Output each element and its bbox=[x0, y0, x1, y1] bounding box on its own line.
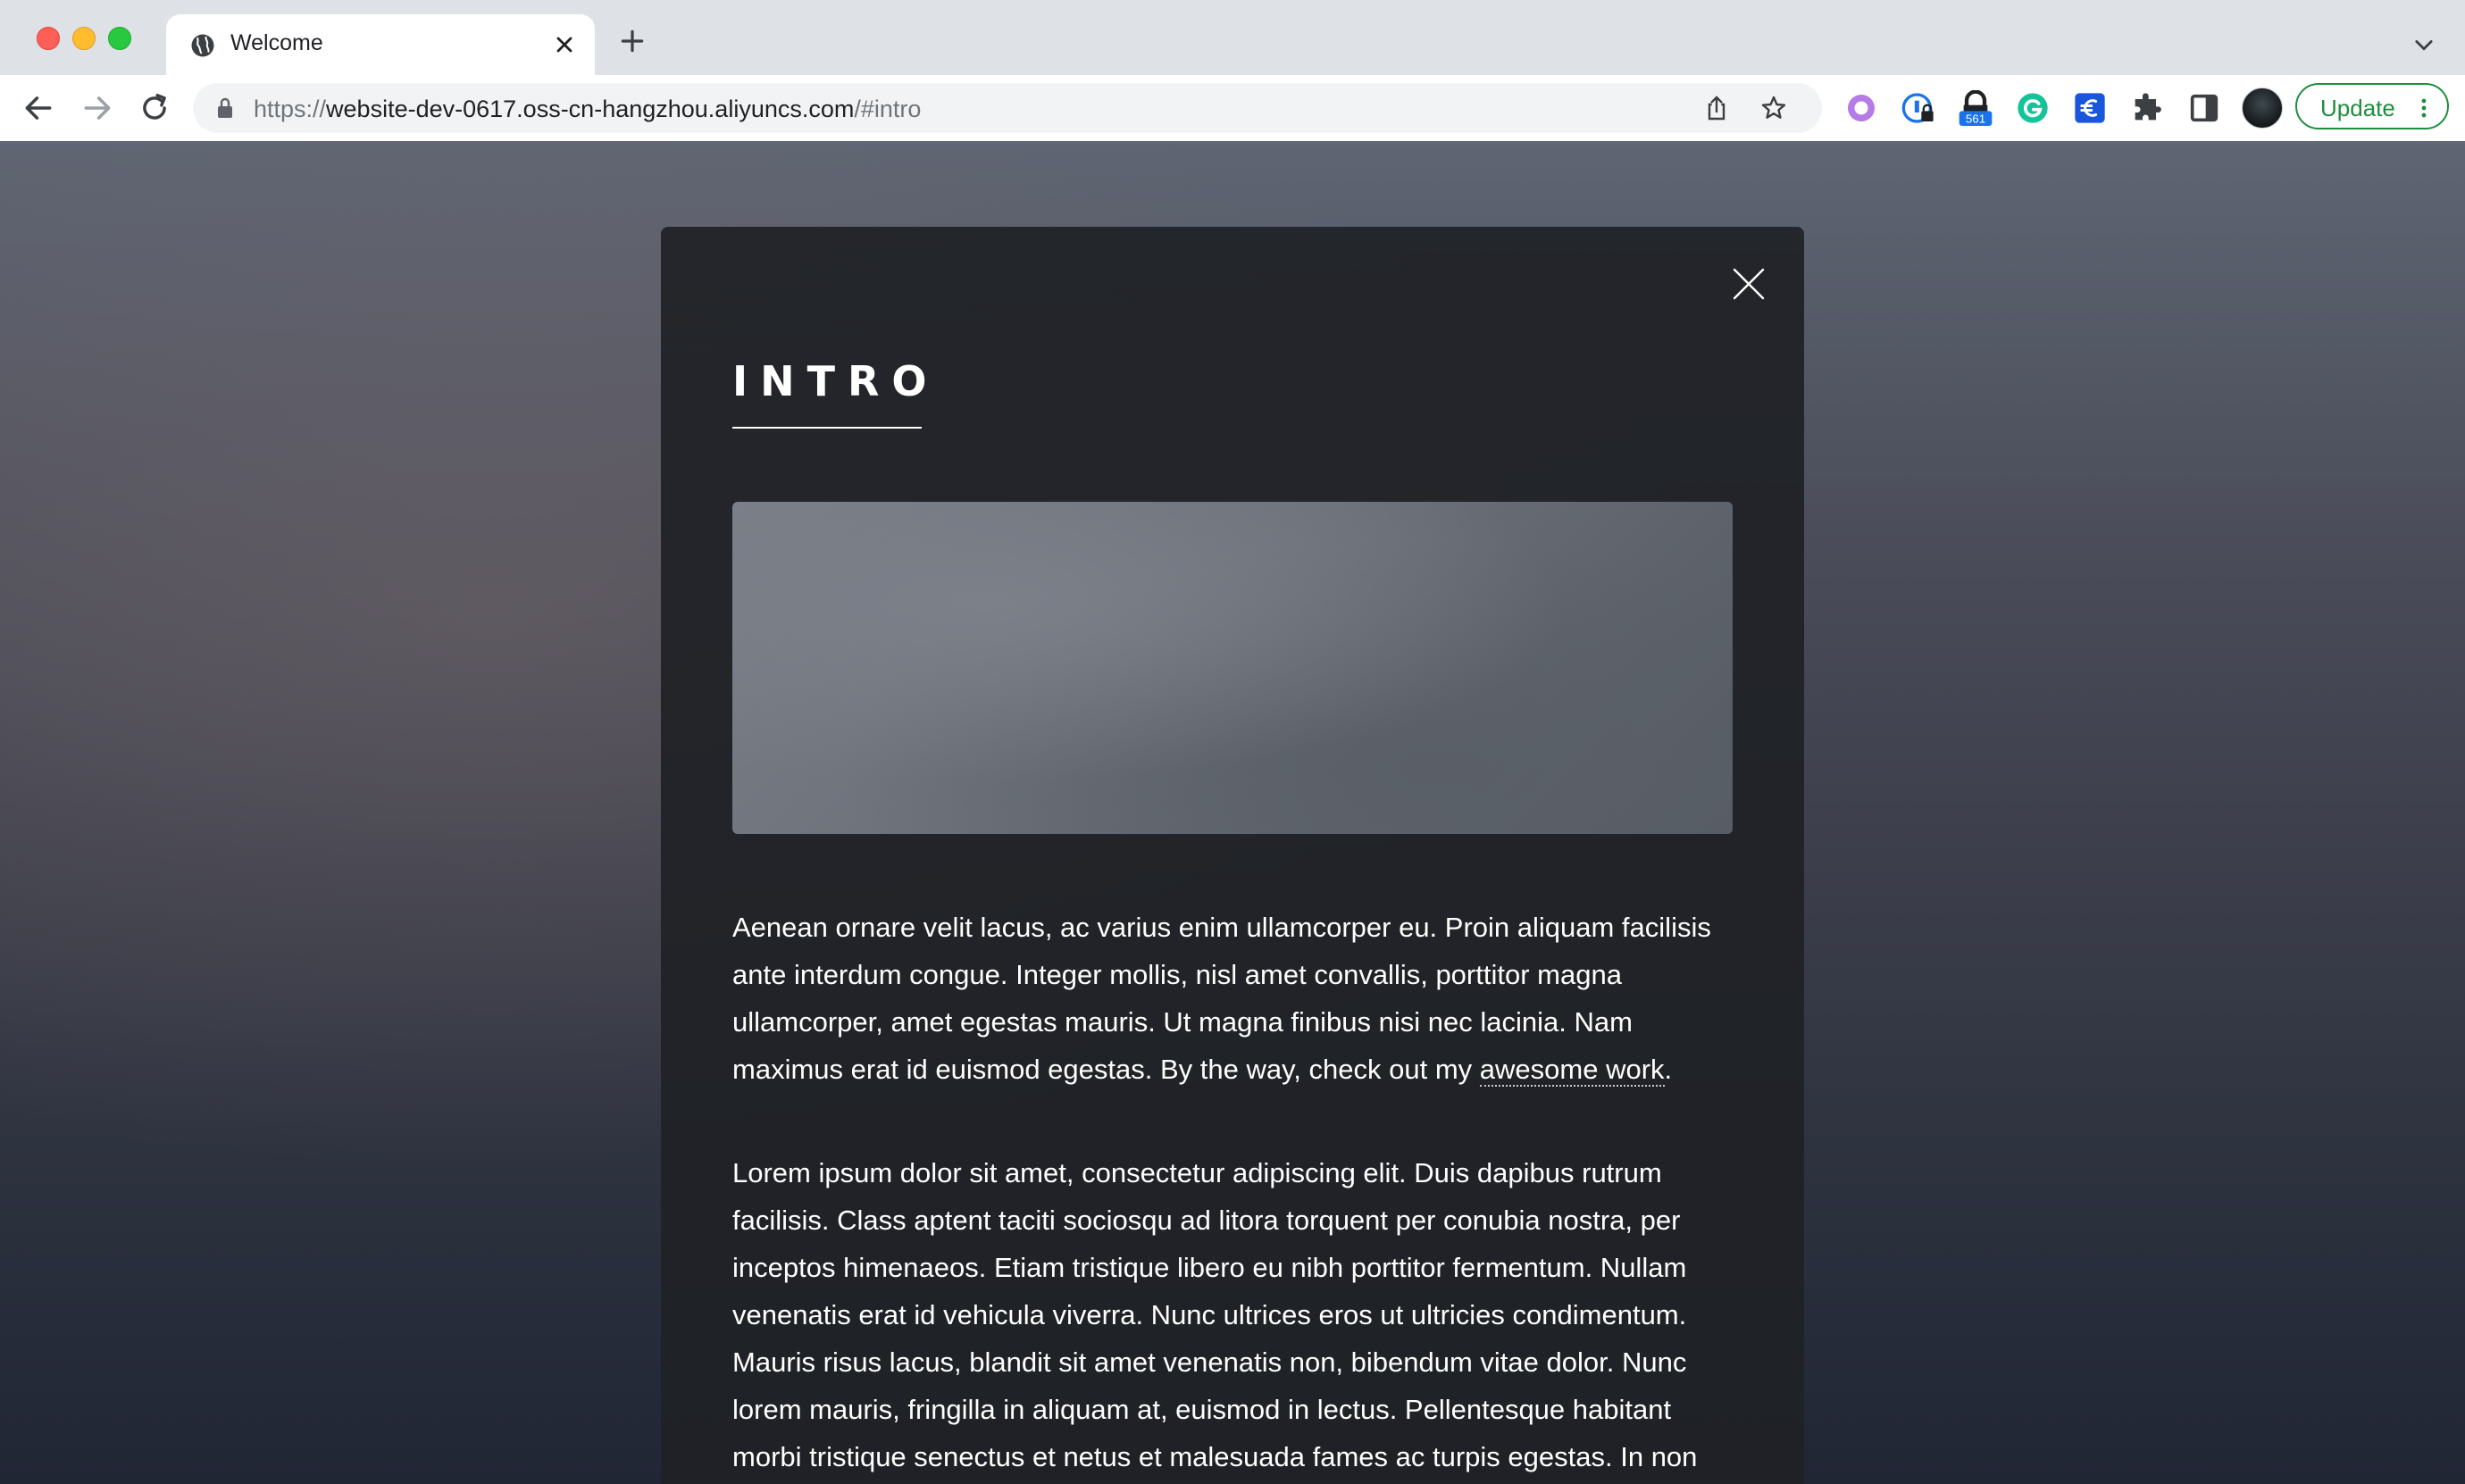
update-button-label: Update bbox=[2320, 95, 2395, 121]
paragraph-text-end: . bbox=[1664, 1054, 1673, 1085]
page-viewport: INTRO Aenean ornare velit lacus, ac vari… bbox=[0, 141, 2465, 1484]
tab-welcome[interactable]: Welcome bbox=[166, 14, 595, 75]
intro-paragraph-1: Aenean ornare velit lacus, ac varius eni… bbox=[732, 904, 1733, 1093]
update-button[interactable]: Update bbox=[2295, 83, 2449, 129]
share-icon[interactable] bbox=[1702, 94, 1731, 122]
bookmark-star-icon[interactable] bbox=[1759, 94, 1788, 122]
back-icon[interactable] bbox=[21, 91, 55, 125]
window-zoom-button[interactable] bbox=[108, 27, 131, 50]
close-icon[interactable] bbox=[1729, 264, 1768, 304]
euro-extension-icon[interactable] bbox=[2072, 90, 2108, 126]
url-host: website-dev-0617.oss-cn-hangzhou.aliyunc… bbox=[326, 96, 855, 122]
lock-icon[interactable] bbox=[214, 96, 236, 120]
intro-modal: INTRO Aenean ornare velit lacus, ac vari… bbox=[661, 227, 1804, 1484]
more-vert-icon[interactable] bbox=[2413, 96, 2435, 121]
window-minimize-button[interactable] bbox=[72, 27, 96, 50]
forward-icon[interactable] bbox=[80, 91, 114, 125]
url-text[interactable]: https://website-dev-0617.oss-cn-hangzhou… bbox=[254, 96, 921, 123]
password-extension-icon[interactable] bbox=[1901, 90, 1936, 126]
url-path: /#intro bbox=[854, 96, 922, 122]
url-scheme: https:// bbox=[254, 96, 327, 122]
tab-close-icon[interactable] bbox=[552, 32, 577, 57]
circle-extension-icon[interactable] bbox=[1843, 90, 1879, 126]
extension-badge: 561 bbox=[1966, 113, 1985, 126]
address-bar[interactable]: https://website-dev-0617.oss-cn-hangzhou… bbox=[193, 83, 1822, 133]
globe-icon bbox=[191, 34, 214, 57]
awesome-work-link[interactable]: awesome work bbox=[1479, 1054, 1665, 1087]
intro-paragraph-2: Lorem ipsum dolor sit amet, consectetur … bbox=[732, 1157, 1698, 1472]
new-tab-icon[interactable] bbox=[618, 27, 647, 55]
lock-extension-icon[interactable]: 561 bbox=[1958, 90, 1993, 126]
page-title: INTRO bbox=[732, 357, 940, 405]
grammarly-extension-icon[interactable] bbox=[2015, 90, 2051, 126]
chevron-down-icon[interactable] bbox=[2411, 32, 2436, 57]
title-underline bbox=[732, 427, 922, 429]
side-panel-icon[interactable] bbox=[2186, 90, 2222, 126]
reload-icon[interactable] bbox=[138, 91, 171, 125]
hero-image bbox=[732, 502, 1733, 834]
tab-title: Welcome bbox=[230, 30, 323, 55]
avatar[interactable] bbox=[2242, 88, 2283, 129]
puzzle-extensions-icon[interactable] bbox=[2129, 90, 2165, 126]
tab-strip: Welcome bbox=[0, 0, 2465, 75]
window-close-button[interactable] bbox=[37, 27, 60, 50]
